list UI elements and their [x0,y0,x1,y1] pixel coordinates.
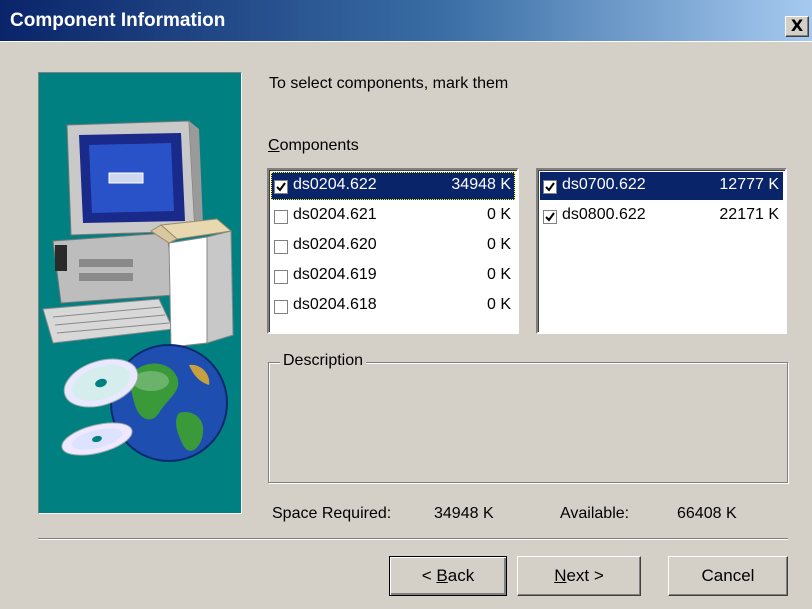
checkbox[interactable] [543,180,557,194]
cancel-button[interactable]: Cancel [668,556,788,596]
component-name: ds0204.619 [293,266,377,283]
list-item[interactable]: ds0700.622 12777 K [540,172,783,200]
component-size: 0 K [486,296,511,313]
checkbox[interactable] [274,240,288,254]
instruction-text: To select components, mark them [269,75,509,92]
window-title: Component Information [10,10,226,31]
list-item[interactable]: ds0204.622 34948 K [271,172,515,200]
component-name: ds0800.622 [562,206,646,223]
list-item[interactable]: ds0204.618 0 K [271,292,515,320]
list-item[interactable]: ds0204.619 0 K [271,262,515,290]
components-list[interactable]: ds0204.622 34948 K ds0204.621 0 K ds0204… [267,168,519,334]
list-item[interactable]: ds0204.621 0 K [271,202,515,230]
title-bar: Component Information X [0,0,812,42]
component-size: 0 K [486,236,511,253]
checkbox[interactable] [274,300,288,314]
component-size: 0 K [486,266,511,283]
components-label-rest: omponents [279,137,359,154]
wizard-illustration [38,72,242,514]
subcomponents-list[interactable]: ds0700.622 12777 K ds0800.622 22171 K [536,168,787,334]
back-accelerator: B [436,566,448,585]
available-label: Available: [560,505,630,522]
back-prefix: < [421,566,437,585]
component-size: 22171 K [719,206,779,223]
next-button[interactable]: Next > [517,556,641,596]
component-size: 34948 K [451,176,511,193]
back-button[interactable]: < Back [389,556,507,596]
components-label-accelerator: C [268,137,280,154]
component-name: ds0700.622 [562,176,646,193]
component-name: ds0204.618 [293,296,377,313]
list-item[interactable]: ds0204.620 0 K [271,232,515,260]
back-rest: ack [447,566,475,585]
component-size: 12777 K [719,176,779,193]
checkbox[interactable] [274,180,288,194]
next-rest: ext > [566,566,604,585]
component-name: ds0204.622 [293,176,377,193]
space-required-value: 34948 K [434,505,494,522]
computer-with-cds-and-globe-illustration [42,120,234,462]
close-button[interactable]: X [785,16,809,37]
checkbox-checked-icon [276,182,286,192]
checkbox[interactable] [274,210,288,224]
checkbox-checked-icon [545,212,555,222]
component-name: ds0204.621 [293,206,377,223]
description-label: Description [280,352,367,370]
available-value: 66408 K [677,505,737,522]
checkbox-checked-icon [545,182,555,192]
component-name: ds0204.620 [293,236,377,253]
components-label: Components [268,137,359,155]
checkbox[interactable] [543,210,557,224]
checkbox[interactable] [274,270,288,284]
close-icon: X [790,16,804,35]
footer-divider [38,538,788,540]
component-size: 0 K [486,206,511,223]
space-required-label: Space Required: [272,505,392,522]
list-item[interactable]: ds0800.622 22171 K [540,202,783,230]
next-accelerator: N [554,566,567,585]
description-groupbox [268,362,788,483]
